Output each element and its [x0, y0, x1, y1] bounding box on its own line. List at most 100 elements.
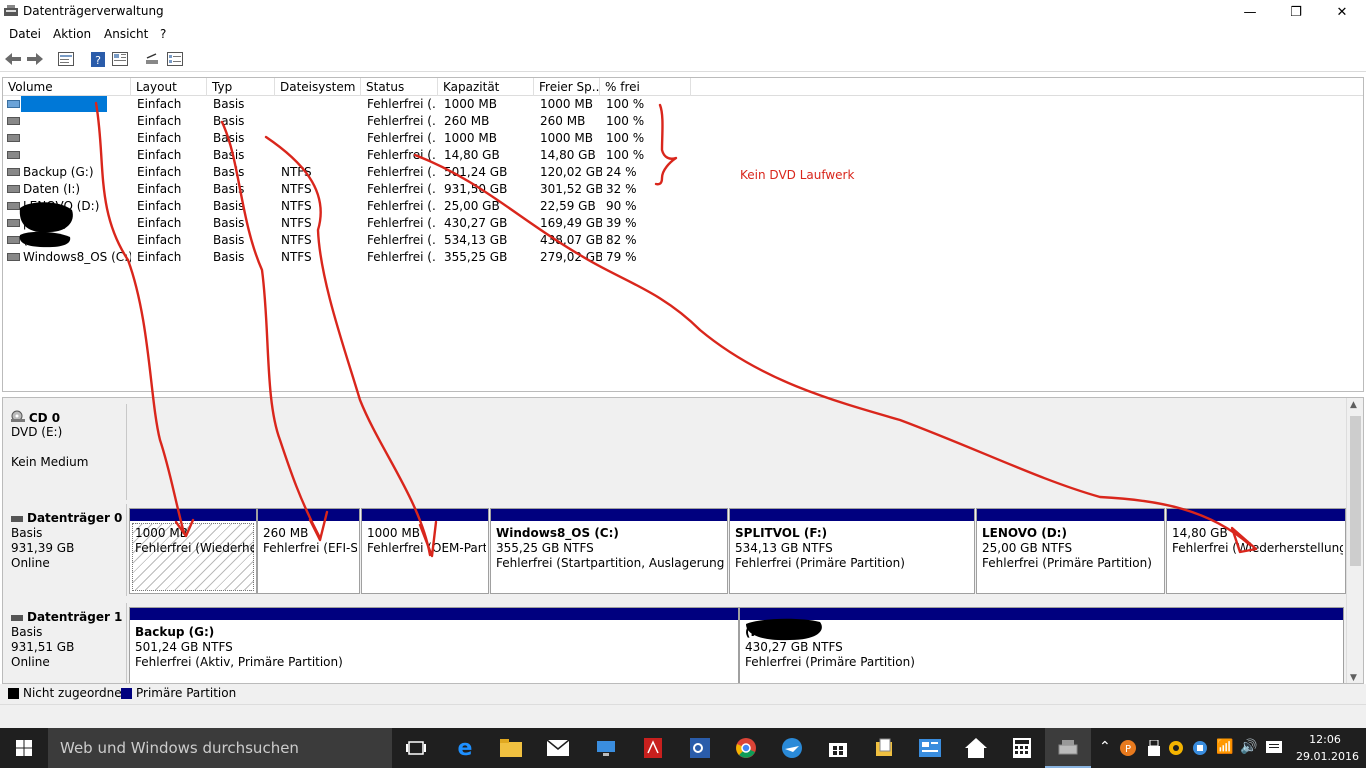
volume-row[interactable]: Backup (G:) Einfach Basis NTFS Fehlerfrei (.… [3, 164, 703, 181]
volume-cell-free: 260 MB [540, 114, 586, 128]
partition-bar [130, 509, 256, 521]
col-freier-speicher[interactable]: Freier Sp... [534, 78, 600, 96]
partition-disk0-1[interactable]: 260 MB Fehlerfrei (EFI-Sy [257, 508, 360, 594]
view-icon[interactable] [111, 51, 129, 67]
scrollbar-thumb[interactable] [1350, 416, 1361, 566]
partition-size: 25,00 GB NTFS [982, 541, 1073, 555]
edge-browser-icon[interactable]: e [453, 736, 477, 761]
partition-text: 14,80 GBFehlerfrei (Wiederherstellungspa [1172, 526, 1343, 556]
remote-desktop-icon[interactable] [594, 736, 618, 760]
mail-icon[interactable] [546, 736, 570, 760]
menu-help[interactable]: ? [160, 27, 166, 41]
volume-row[interactable]: pie (H:) Einfach Basis NTFS Fehlerfrei (... 4… [3, 215, 703, 232]
volume-list-header: Volume Layout Typ Dateisystem Status Kap… [3, 78, 1363, 96]
volume-row[interactable]: Einfach Basis Fehlerfrei (... 1000 MB 1000 M… [3, 130, 703, 147]
partition-name: SPLITVOL (F:) [735, 526, 828, 540]
disk-label-disk1[interactable]: Datenträger 1 Basis 931,51 GB Online [3, 603, 127, 683]
volume-cell-volume: Windows8_OS (C:) [23, 250, 131, 264]
volume-row[interactable]: (F:) Einfach Basis NTFS Fehlerfrei (... 534,1… [3, 232, 703, 249]
network-icon[interactable]: 📶 [1216, 739, 1233, 755]
scroll-up-icon[interactable]: ▲ [1350, 400, 1357, 410]
partition-disk0-2[interactable]: 1000 MB Fehlerfrei (OEM-Partit [361, 508, 489, 594]
volume-cell-cap: 931,50 GB [444, 182, 508, 196]
minimize-button[interactable]: — [1227, 0, 1273, 24]
volume-cell-fs: NTFS [281, 182, 312, 196]
disk1-size: 931,51 GB [11, 640, 75, 654]
help-icon[interactable]: ? [89, 51, 107, 67]
thunderbird-icon[interactable] [780, 736, 804, 760]
volume-row[interactable]: Einfach Basis Fehlerfrei (... 260 MB 260 MB 1… [3, 113, 703, 130]
store-icon[interactable] [826, 736, 850, 760]
col-prozent-frei[interactable]: % frei [600, 78, 691, 96]
taskbar-clock[interactable]: 12:06 29.01.2016 [1296, 731, 1359, 765]
menu-datei[interactable]: Datei [9, 27, 41, 41]
home-icon[interactable] [964, 736, 988, 760]
settings-icon[interactable] [166, 51, 184, 67]
outlook-icon[interactable] [688, 736, 712, 760]
partition-disk0-6[interactable]: 14,80 GBFehlerfrei (Wiederherstellungspa [1166, 508, 1346, 594]
tray-app-icon[interactable]: P [1118, 736, 1138, 760]
volume-row[interactable]: Daten (I:) Einfach Basis NTFS Fehlerfrei (..… [3, 181, 703, 198]
rescan-icon[interactable] [143, 51, 161, 67]
graphical-view-scrollbar[interactable]: ▲ ▼ [1346, 398, 1363, 683]
start-button[interactable] [0, 728, 48, 768]
volume-icon[interactable]: 🔊 [1240, 739, 1257, 755]
volume-cell-volume: Daten (I:) [23, 182, 81, 196]
selection-highlight [21, 96, 107, 112]
tray-expand-icon[interactable]: ⌃ [1099, 739, 1111, 755]
partition-disk0-3[interactable]: Windows8_OS (C:) 355,25 GB NTFS Fehlerfrei… [490, 508, 728, 594]
usb-device-icon[interactable] [1144, 736, 1164, 760]
task-view-icon[interactable] [404, 736, 428, 760]
calculator-icon[interactable] [1010, 736, 1034, 760]
menu-aktion[interactable]: Aktion [53, 27, 91, 41]
partition-status: Fehlerfrei (Primäre Partition) [735, 556, 905, 570]
disk-label-cd0[interactable]: CD 0 DVD (E:) Kein Medium [3, 404, 127, 500]
col-kapazitaet[interactable]: Kapazität [438, 78, 534, 96]
disk-management-taskbar-icon[interactable] [1045, 728, 1091, 768]
partition-disk0-5[interactable]: LENOVO (D:) 25,00 GB NTFS Fehlerfrei (Prim… [976, 508, 1165, 594]
partition-bar [362, 509, 488, 521]
volume-row[interactable]: Einfach Basis Fehlerfrei (... 1000 MB 1000 M… [3, 96, 703, 113]
partition-disk1-0[interactable]: Backup (G:) 501,24 GB NTFS Fehlerfrei (Akt… [129, 607, 739, 683]
volume-cell-free: 14,80 GB [540, 148, 596, 162]
scroll-down-icon[interactable]: ▼ [1350, 673, 1357, 683]
documents-icon[interactable] [872, 736, 896, 760]
cd-drive-icon [11, 410, 25, 422]
partition-disk0-4[interactable]: SPLITVOL (F:) 534,13 GB NTFS Fehlerfrei (P… [729, 508, 975, 594]
file-explorer-icon[interactable] [499, 736, 523, 760]
col-volume[interactable]: Volume [3, 78, 131, 96]
volume-cell-free: 301,52 GB [540, 182, 602, 196]
volume-cell-status: Fehlerfrei (... [367, 131, 437, 145]
defender-icon[interactable] [1190, 736, 1210, 760]
control-panel-icon[interactable] [918, 736, 942, 760]
volume-cell-typ: Basis [213, 97, 245, 111]
volume-cell-pct: 100 % [606, 114, 645, 128]
volume-cell-cap: 501,24 GB [444, 165, 508, 179]
disk-label-disk0[interactable]: Datenträger 0 Basis 931,39 GB Online [3, 504, 127, 596]
disk0-size: 931,39 GB [11, 541, 75, 555]
taskbar-search-box[interactable]: Web und Windows durchsuchen [48, 728, 392, 768]
action-center-icon[interactable] [1263, 736, 1285, 760]
pdf-reader-icon[interactable] [641, 736, 665, 760]
col-layout[interactable]: Layout [131, 78, 207, 96]
col-typ[interactable]: Typ [207, 78, 275, 96]
volume-row[interactable]: LENOVO (D:) Einfach Basis NTFS Fehlerfrei (.… [3, 198, 703, 215]
volume-cell-free: 120,02 GB [540, 165, 602, 179]
col-dateisystem[interactable]: Dateisystem [275, 78, 361, 96]
menu-ansicht[interactable]: Ansicht [104, 27, 148, 41]
partition-disk1-1[interactable]: (H:) 430,27 GB NTFS Fehlerfrei (Primäre Pa… [739, 607, 1344, 683]
maximize-button[interactable]: ❐ [1273, 0, 1319, 24]
close-button[interactable]: ✕ [1319, 0, 1365, 24]
back-icon[interactable] [4, 51, 22, 67]
update-icon[interactable] [1166, 736, 1186, 760]
chrome-icon[interactable] [734, 736, 758, 760]
partition-text: Windows8_OS (C:) 355,25 GB NTFS Fehlerfrei… [496, 526, 725, 571]
partition-disk0-0[interactable]: 1000 MBFehlerfrei (Wiederhers [129, 508, 257, 594]
volume-row[interactable]: Einfach Basis Fehlerfrei (... 14,80 GB 14,80… [3, 147, 703, 164]
col-status[interactable]: Status [361, 78, 438, 96]
volume-cell-status: Fehlerfrei (... [367, 233, 437, 247]
volume-row[interactable]: Windows8_OS (C:) Einfach Basis NTFS Fehlerfr… [3, 249, 703, 266]
forward-icon[interactable] [26, 51, 44, 67]
annotation-text: Kein DVD Laufwerk [740, 168, 855, 182]
properties-icon[interactable] [57, 51, 75, 67]
